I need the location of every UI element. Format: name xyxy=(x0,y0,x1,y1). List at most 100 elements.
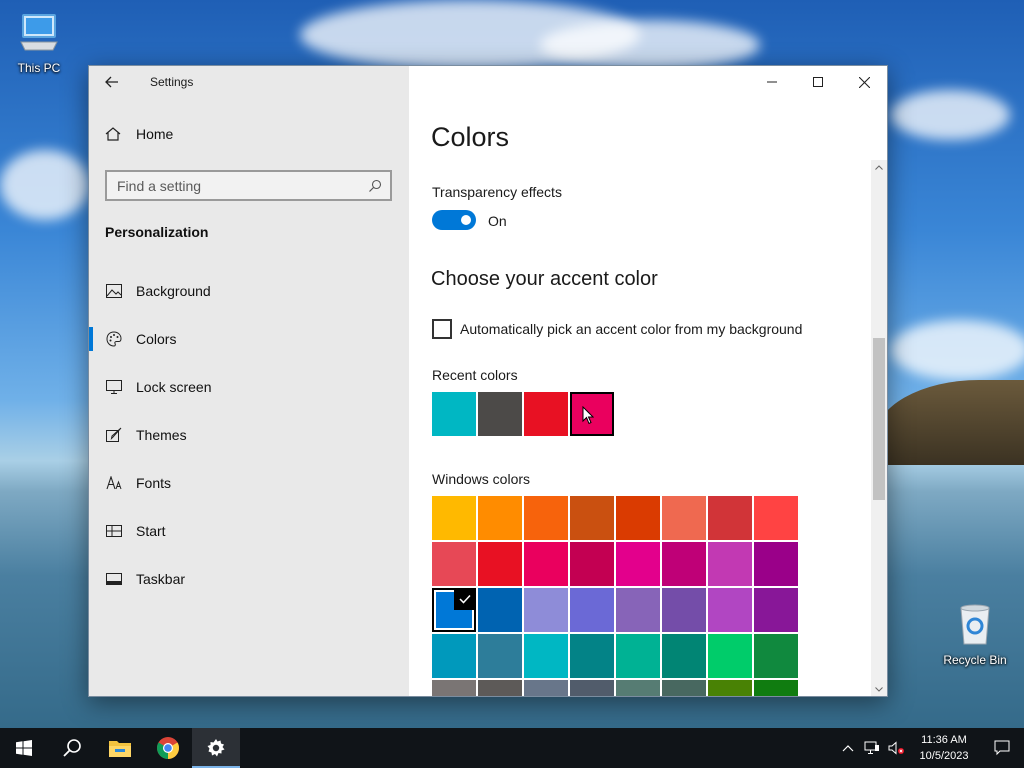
windows-colors-grid xyxy=(432,496,798,696)
color-swatch[interactable] xyxy=(524,634,568,678)
color-swatch[interactable] xyxy=(524,542,568,586)
color-swatch[interactable] xyxy=(616,542,660,586)
sidebar-item-lock-screen[interactable]: Lock screen xyxy=(89,363,409,411)
brush-icon xyxy=(105,426,123,444)
nav-home-label: Home xyxy=(136,126,174,142)
show-hidden-icons-button[interactable] xyxy=(836,728,860,768)
minimize-button[interactable] xyxy=(749,66,795,98)
color-swatch[interactable] xyxy=(616,588,660,632)
color-swatch[interactable] xyxy=(478,496,522,540)
color-swatch[interactable] xyxy=(754,588,798,632)
search-input[interactable]: Find a setting xyxy=(105,170,392,201)
color-swatch[interactable] xyxy=(570,634,614,678)
mouse-cursor-icon xyxy=(582,405,595,430)
color-swatch[interactable] xyxy=(432,588,476,632)
transparency-toggle[interactable] xyxy=(432,210,476,230)
color-swatch[interactable] xyxy=(754,542,798,586)
desktop-icon-recycle-bin[interactable]: Recycle Bin xyxy=(940,602,1010,667)
sidebar-item-label: Background xyxy=(136,283,211,299)
file-explorer-button[interactable] xyxy=(96,728,144,768)
search-button[interactable] xyxy=(48,728,96,768)
toggle-knob xyxy=(461,215,471,225)
color-swatch[interactable] xyxy=(432,496,476,540)
color-swatch[interactable] xyxy=(708,680,752,696)
settings-taskbar-button[interactable] xyxy=(192,728,240,768)
color-swatch[interactable] xyxy=(524,392,568,436)
sidebar-item-label: Colors xyxy=(136,331,177,347)
back-arrow-icon xyxy=(105,76,118,88)
color-swatch[interactable] xyxy=(432,634,476,678)
color-swatch[interactable] xyxy=(478,680,522,696)
nav-home[interactable]: Home xyxy=(105,126,173,142)
action-center-button[interactable] xyxy=(980,728,1024,768)
volume-button[interactable] xyxy=(884,728,908,768)
auto-pick-accent-checkbox[interactable]: Automatically pick an accent color from … xyxy=(432,319,802,339)
color-swatch[interactable] xyxy=(570,496,614,540)
color-swatch[interactable] xyxy=(478,542,522,586)
network-button[interactable] xyxy=(860,728,884,768)
color-swatch[interactable] xyxy=(616,634,660,678)
color-swatch[interactable] xyxy=(662,496,706,540)
close-button[interactable] xyxy=(841,66,887,98)
sidebar-item-colors[interactable]: Colors xyxy=(89,315,409,363)
desktop-icon-this-pc[interactable]: This PC xyxy=(4,12,74,75)
clock-time: 11:36 AM xyxy=(921,734,967,746)
color-swatch[interactable] xyxy=(708,542,752,586)
color-swatch[interactable] xyxy=(478,392,522,436)
search-icon xyxy=(369,179,382,192)
chevron-up-icon xyxy=(842,744,854,751)
network-icon xyxy=(864,741,879,754)
color-swatch[interactable] xyxy=(662,542,706,586)
sidebar-item-taskbar[interactable]: Taskbar xyxy=(89,555,409,603)
maximize-button[interactable] xyxy=(795,66,841,98)
home-icon xyxy=(105,126,123,142)
file-explorer-icon xyxy=(109,741,131,757)
color-swatch[interactable] xyxy=(524,496,568,540)
back-button[interactable] xyxy=(89,66,135,98)
color-swatch[interactable] xyxy=(432,392,476,436)
color-swatch[interactable] xyxy=(708,588,752,632)
start-button[interactable] xyxy=(0,728,48,768)
color-swatch[interactable] xyxy=(662,680,706,696)
color-swatch[interactable] xyxy=(432,542,476,586)
color-swatch[interactable] xyxy=(616,496,660,540)
color-swatch[interactable] xyxy=(754,496,798,540)
sidebar-item-fonts[interactable]: Fonts xyxy=(89,459,409,507)
font-icon xyxy=(105,474,123,492)
color-swatch[interactable] xyxy=(754,634,798,678)
color-swatch[interactable] xyxy=(432,680,476,696)
color-swatch[interactable] xyxy=(570,680,614,696)
sidebar-item-label: Lock screen xyxy=(136,379,212,395)
color-swatch[interactable] xyxy=(524,680,568,696)
color-swatch[interactable] xyxy=(662,634,706,678)
settings-window: Settings Home Find a setting Personaliza… xyxy=(88,65,888,697)
minimize-icon xyxy=(767,81,777,83)
color-swatch[interactable] xyxy=(708,496,752,540)
transparency-state: On xyxy=(488,213,507,229)
auto-pick-label: Automatically pick an accent color from … xyxy=(460,321,803,337)
scroll-down-button[interactable] xyxy=(871,682,887,696)
recycle-bin-icon xyxy=(940,602,1010,649)
clock-date: 10/5/2023 xyxy=(919,750,969,762)
content-pane: Colors Transparency effects On Choose yo… xyxy=(409,66,887,696)
color-swatch[interactable] xyxy=(478,588,522,632)
color-swatch[interactable] xyxy=(524,588,568,632)
scroll-thumb[interactable] xyxy=(873,338,885,500)
chrome-button[interactable] xyxy=(144,728,192,768)
color-swatch[interactable] xyxy=(662,588,706,632)
color-swatch[interactable] xyxy=(616,680,660,696)
scrollbar[interactable] xyxy=(871,160,887,696)
sidebar-item-label: Start xyxy=(136,523,166,539)
clock[interactable]: 11:36 AM 10/5/2023 xyxy=(908,732,980,764)
sidebar-item-start[interactable]: Start xyxy=(89,507,409,555)
color-swatch[interactable] xyxy=(570,542,614,586)
color-swatch[interactable] xyxy=(570,588,614,632)
color-swatch[interactable] xyxy=(754,680,798,696)
sidebar-item-background[interactable]: Background xyxy=(89,267,409,315)
scroll-up-button[interactable] xyxy=(871,160,887,174)
color-swatch[interactable] xyxy=(708,634,752,678)
color-swatch[interactable] xyxy=(478,634,522,678)
chevron-up-icon xyxy=(875,164,883,170)
sidebar-item-themes[interactable]: Themes xyxy=(89,411,409,459)
checkbox-box[interactable] xyxy=(432,319,452,339)
